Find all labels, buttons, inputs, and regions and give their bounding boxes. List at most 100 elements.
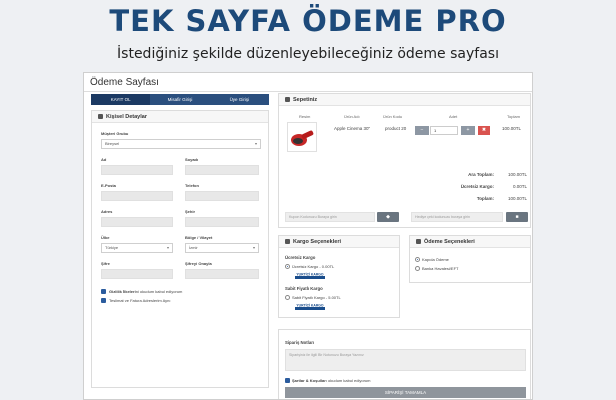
panel-title: Sepetiniz (293, 97, 318, 103)
privacy-label: Gizlilik İlkelerini okudum kabul ediyoru… (109, 289, 182, 294)
panel-title: Kargo Seçenekleri (293, 239, 341, 245)
region-label: Bölge / Vilayet (185, 235, 213, 240)
remove-item-button[interactable]: ✖ (478, 126, 490, 135)
customer-group-select[interactable]: Bireysel ▾ (101, 139, 261, 149)
coupon-apply-button[interactable]: ◆ (377, 212, 399, 222)
flat-shipping-radio[interactable] (285, 295, 290, 300)
password-confirm-field[interactable] (185, 269, 259, 279)
terms-checkbox[interactable] (285, 378, 290, 383)
cart-icon (285, 96, 290, 102)
panel-header: Sepetiniz (279, 94, 530, 106)
qty-input[interactable]: 1 (430, 126, 458, 135)
address-field[interactable] (101, 217, 173, 227)
col-header-name: Ürün Adı (344, 114, 360, 119)
product-name[interactable]: Apple Cinema 30" (334, 126, 370, 131)
first-name-label: Ad (101, 157, 107, 162)
privacy-checkbox[interactable] (101, 289, 106, 294)
credit-card-icon (416, 238, 421, 244)
payment-radio-cod[interactable] (415, 257, 420, 262)
country-select[interactable]: Türkiye ▾ (101, 243, 173, 253)
privacy-link[interactable]: Gizlilik İlkeleri (109, 289, 136, 294)
free-shipping-option: Ücretsiz Kargo - 0.00TL (292, 264, 335, 269)
panel-header: Ödeme Seçenekleri (410, 236, 530, 248)
payment-option-cod: Kapıda Ödeme (422, 257, 449, 262)
order-notes-panel: Sipariş Notları Siparişiniz ile ilgili B… (278, 329, 531, 399)
customer-group-value: Bireysel (105, 141, 120, 146)
col-header-code: Ürün Kodu (383, 114, 403, 119)
col-header-qty: Adet (449, 114, 458, 119)
same-address-checkbox[interactable] (101, 298, 106, 303)
user-icon (98, 113, 103, 119)
col-header-total: Toplam (507, 114, 520, 119)
password-label: Şifre (101, 261, 110, 266)
panel-title: Kişisel Detaylar (106, 114, 147, 120)
checkout-window: Ödeme Sayfası KAYIT OL Misafir Girişi Üy… (83, 72, 533, 400)
city-field[interactable] (185, 217, 259, 227)
phone-field[interactable] (185, 191, 259, 201)
col-header-image: Resim (299, 114, 311, 119)
yurtici-kargo-logo: YURTİÇİ KARGO (295, 302, 325, 310)
yurtici-kargo-logo: YURTİÇİ KARGO (295, 271, 325, 279)
complete-order-button[interactable]: SİPARİŞİ TAMAMLA (285, 387, 526, 398)
same-address-label: Teslimat ve Fatura Adreslerim Aynı (109, 298, 171, 303)
coupon-input[interactable]: Kupon Kodunuzu Buraya girin (285, 212, 375, 222)
chevron-down-icon: ▾ (166, 245, 169, 250)
panel-header: Kişisel Detaylar (92, 111, 268, 123)
truck-icon (285, 238, 290, 244)
total-label: Toplam: (476, 196, 494, 201)
free-shipping-heading: Ücretsiz Kargo (285, 255, 316, 260)
shipping-label: Ücretsiz Kargo: (460, 184, 494, 189)
gift-icon: ■ (515, 214, 519, 220)
payment-option-transfer: Banka Havalesi/EFT (422, 266, 459, 271)
terms-link[interactable]: Şartlar & Koşullar (292, 378, 326, 383)
email-label: E-Posta (101, 183, 116, 188)
subtotal-value: 100.00TL (507, 172, 527, 177)
password-field[interactable] (101, 269, 173, 279)
panel-title: Ödeme Seçenekleri (424, 239, 475, 245)
phone-label: Telefon (185, 183, 199, 188)
page-title: Ödeme Sayfası (90, 77, 159, 88)
payment-radio-transfer[interactable] (415, 266, 420, 271)
address-label: Adres (101, 209, 113, 214)
personal-details-panel: Kişisel Detaylar Müşteri Grubu Bireysel ▾… (91, 110, 269, 388)
region-select[interactable]: İzmir ▾ (185, 243, 259, 253)
privacy-text: ni okudum kabul ediyorum (135, 289, 183, 294)
tag-icon: ◆ (386, 214, 390, 220)
chevron-down-icon: ▾ (254, 141, 257, 146)
last-name-label: Soyadı (185, 157, 199, 162)
total-value: 100.00TL (507, 196, 527, 201)
chevron-down-icon: ▾ (252, 245, 255, 250)
country-label: Ülke (101, 235, 110, 240)
logo-text: YURTİÇİ KARGO (296, 273, 323, 277)
product-image[interactable] (287, 122, 317, 152)
qty-decrease-button[interactable]: − (415, 126, 429, 135)
tab-register[interactable]: KAYIT OL (91, 94, 151, 105)
product-code: product 20 (385, 126, 407, 131)
gift-input[interactable]: Hediye çeki kodunuzu buraya girin (411, 212, 503, 222)
flat-shipping-heading: Sabit Fiyatlı Kargo (285, 286, 323, 291)
account-tabs: KAYIT OL Misafir Girişi Üye Girişi (91, 94, 269, 105)
grinder-icon (291, 130, 314, 146)
terms-text: ı okudum kabul ediyorum (325, 378, 371, 383)
first-name-field[interactable] (101, 165, 173, 175)
shipping-panel: Kargo Seçenekleri Ücretsiz Kargo Ücretsi… (278, 235, 400, 318)
region-value: İzmir (189, 245, 198, 250)
order-notes-textarea[interactable]: Siparişiniz ile ilgili Bir Notunuzu Bura… (285, 349, 526, 371)
country-value: Türkiye (105, 245, 119, 250)
logo-text: YURTİÇİ KARGO (296, 304, 323, 308)
payment-panel: Ödeme Seçenekleri Kapıda Ödeme Banka Hav… (409, 235, 531, 283)
city-label: Şehir (185, 209, 196, 214)
gift-apply-button[interactable]: ■ (506, 212, 528, 222)
item-total: 100.00TL (502, 126, 522, 131)
tab-guest[interactable]: Misafir Girişi (150, 94, 209, 105)
customer-group-label: Müşteri Grubu (101, 131, 129, 136)
order-notes-title: Sipariş Notları (285, 340, 315, 345)
last-name-field[interactable] (185, 165, 259, 175)
hero-subtitle: İstediğiniz şekilde düzenleyebileceğiniz… (117, 46, 499, 62)
tab-login[interactable]: Üye Girişi (210, 94, 269, 105)
email-field[interactable] (101, 191, 173, 201)
qty-increase-button[interactable]: + (461, 126, 475, 135)
free-shipping-radio[interactable] (285, 264, 290, 269)
subtotal-label: Ara Toplam: (468, 172, 494, 177)
divider (84, 91, 532, 92)
